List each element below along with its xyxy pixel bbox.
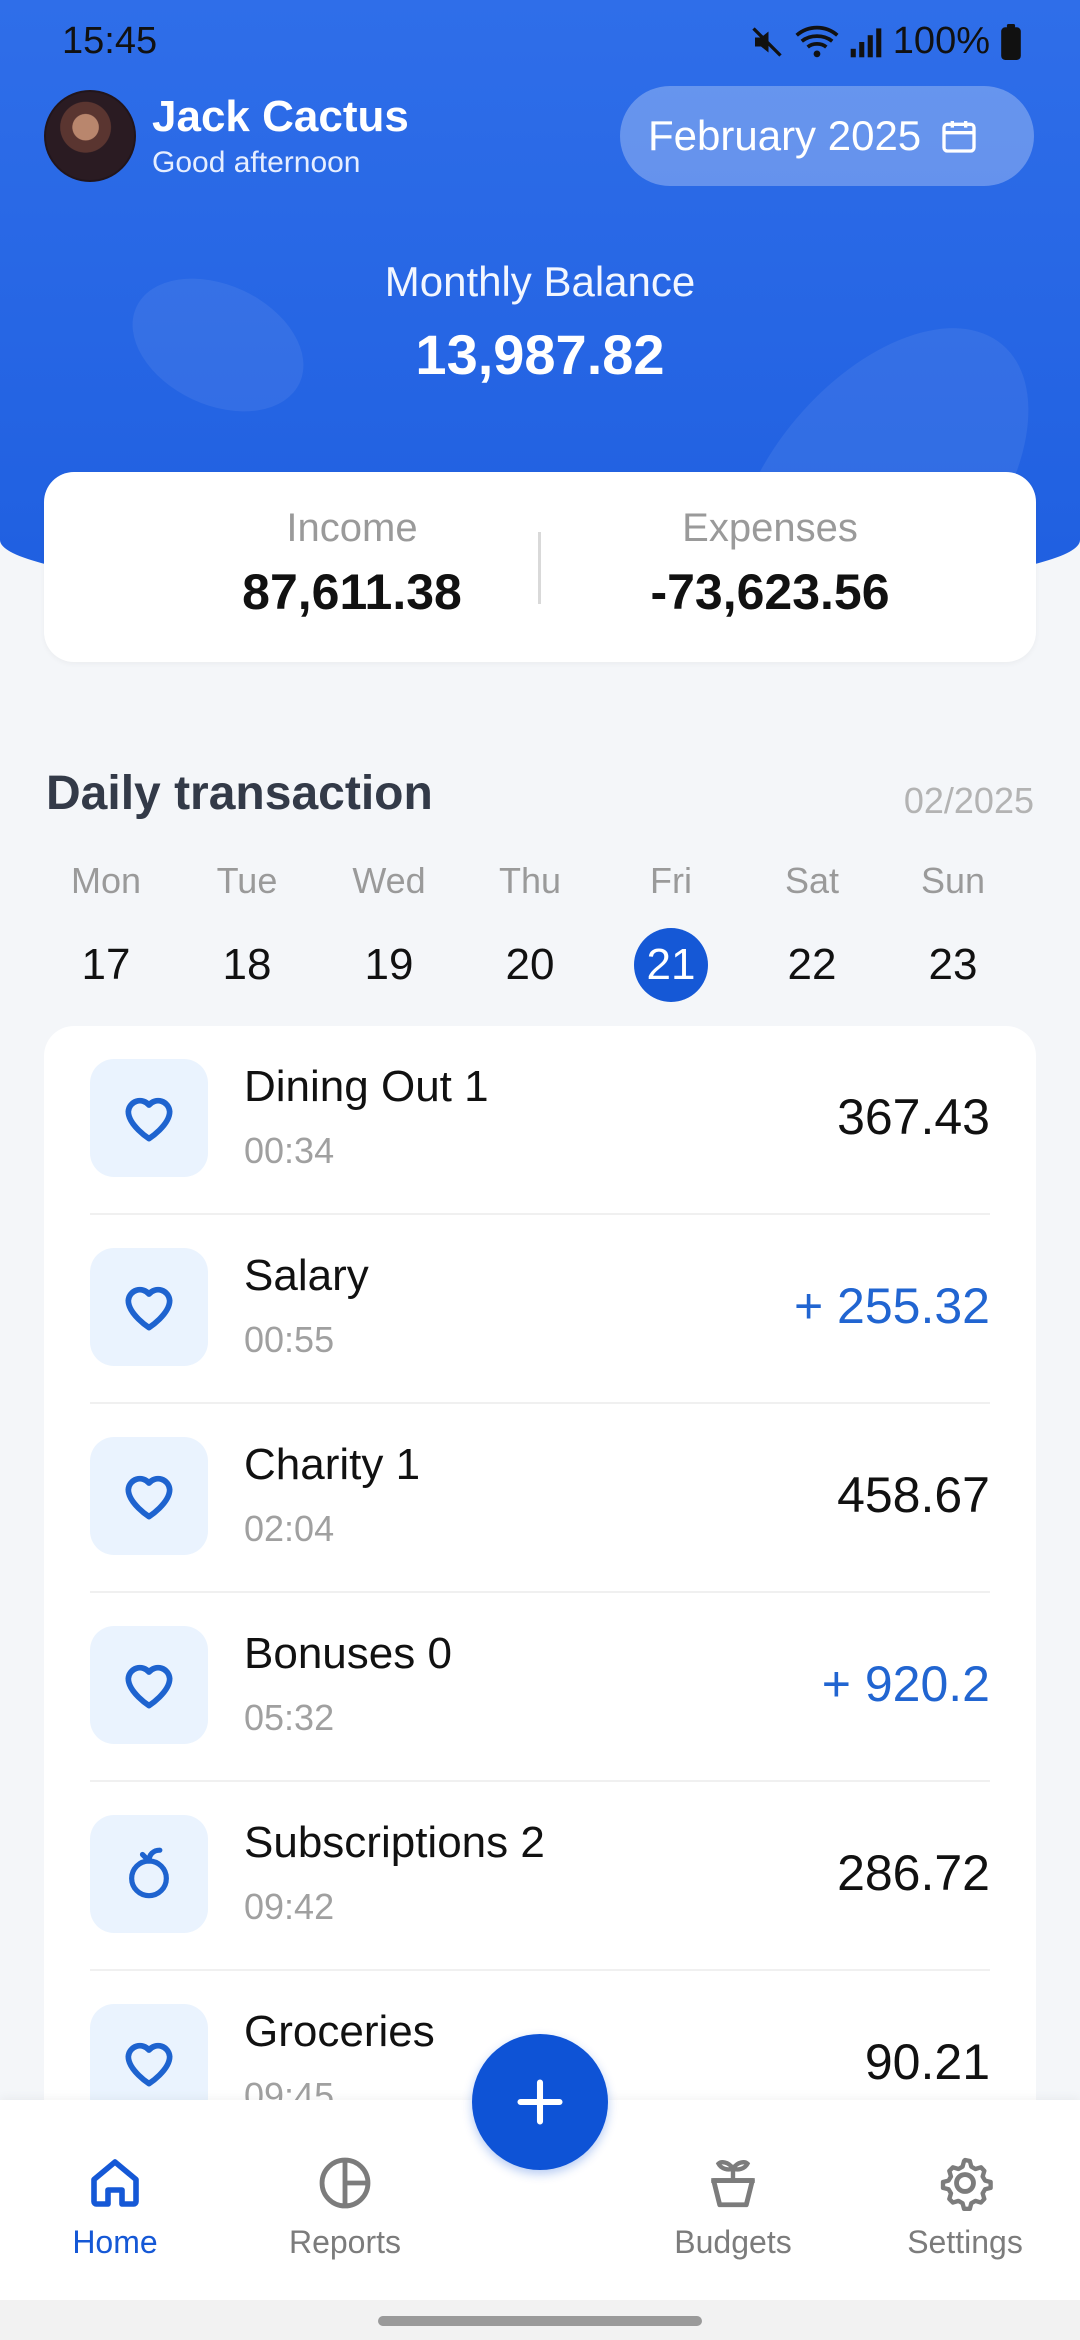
day-name: Thu [498, 860, 562, 901]
nav-home[interactable]: Home [25, 2150, 205, 2261]
heart-icon [90, 1248, 208, 1366]
status-icons: 100% [749, 20, 1022, 63]
transaction-row[interactable]: Dining Out 1 00:34 367.43 [90, 1026, 990, 1215]
wifi-icon [795, 25, 839, 57]
day-sat[interactable]: Sat 22 [752, 860, 872, 1002]
greeting: Good afternoon [152, 146, 361, 179]
transaction-name: Charity 1 [244, 1440, 421, 1489]
day-name: Sun [920, 860, 986, 901]
summary-card: Income 87,611.38 Expenses -73,623.56 [44, 472, 1036, 662]
status-time: 15:45 [62, 20, 158, 62]
nav-label: Home [72, 2224, 158, 2260]
plus-icon [517, 2079, 563, 2125]
transaction-time: 00:55 [244, 1319, 335, 1360]
transaction-time: 05:32 [244, 1697, 335, 1738]
day-name: Fri [650, 860, 692, 901]
month-selector-button[interactable]: February 2025 [620, 86, 1034, 186]
transaction-name: Dining Out 1 [244, 1062, 489, 1111]
plant-pot-icon [643, 2150, 823, 2216]
day-sun[interactable]: Sun 23 [893, 860, 1013, 1002]
mute-icon [752, 26, 782, 57]
transaction-name: Salary [244, 1251, 369, 1300]
nav-label: Reports [288, 2224, 402, 2260]
expenses-value: -73,623.56 [650, 564, 890, 620]
transaction-amount: + 920.2 [821, 1656, 990, 1712]
divider [538, 532, 541, 604]
day-mon[interactable]: Mon 17 [46, 860, 166, 1002]
day-tue[interactable]: Tue 18 [187, 860, 307, 1002]
nav-label: Settings [907, 2224, 1023, 2260]
home-indicator[interactable] [378, 2316, 702, 2326]
heart-icon [90, 1626, 208, 1744]
nav-reports[interactable]: Reports [255, 2150, 435, 2261]
transaction-time: 09:42 [244, 1886, 335, 1927]
day-number: 18 [222, 940, 272, 989]
day-number: 19 [364, 940, 414, 989]
income-value: 87,611.38 [242, 564, 462, 620]
transaction-row[interactable]: Bonuses 0 05:32 + 920.2 [90, 1593, 990, 1782]
transaction-row[interactable]: Salary 00:55 + 255.32 [90, 1215, 990, 1404]
day-name: Mon [70, 860, 142, 901]
day-number: 17 [81, 940, 131, 989]
transaction-row[interactable]: Charity 1 02:04 458.67 [90, 1404, 990, 1593]
transaction-amount: 458.67 [837, 1467, 990, 1523]
nav-label: Budgets [674, 2224, 792, 2260]
battery-icon [1001, 23, 1021, 60]
day-number: 22 [787, 940, 837, 989]
day-number: 23 [928, 940, 978, 989]
home-icon [25, 2150, 205, 2216]
gear-icon [875, 2150, 1055, 2216]
user-name: Jack Cactus [152, 92, 409, 141]
section-title: Daily transaction [46, 767, 433, 820]
transaction-name: Groceries [244, 2007, 435, 2056]
transaction-amount: + 255.32 [793, 1278, 990, 1334]
transaction-name: Bonuses 0 [244, 1629, 452, 1678]
transaction-amount: 286.72 [837, 1845, 990, 1901]
transaction-time: 00:34 [244, 1130, 335, 1171]
nav-settings[interactable]: Settings [875, 2150, 1055, 2261]
day-number: 20 [505, 940, 555, 989]
balance-label: Monthly Balance [384, 258, 696, 305]
day-fri[interactable]: Fri 21 [611, 860, 731, 1002]
expenses-label: Expenses [682, 506, 858, 550]
day-name: Sat [784, 860, 840, 901]
gesture-bar [0, 2300, 1080, 2340]
month-label: February 2025 [648, 112, 922, 159]
section-period: 02/2025 [903, 780, 1034, 821]
day-name: Wed [352, 860, 426, 901]
apple-icon [90, 1815, 208, 1933]
income-label: Income [286, 506, 418, 550]
heart-icon [90, 1437, 208, 1555]
day-wed[interactable]: Wed 19 [329, 860, 449, 1002]
day-number-selected: 21 [634, 928, 708, 1002]
calendar-icon [942, 121, 976, 153]
transaction-amount: 367.43 [837, 1089, 990, 1145]
battery-percent: 100% [892, 20, 990, 62]
income-summary[interactable]: Income 87,611.38 [152, 506, 552, 621]
transaction-row[interactable]: Subscriptions 2 09:42 286.72 [90, 1782, 990, 1971]
pie-chart-icon [255, 2150, 435, 2216]
add-transaction-button[interactable] [472, 2034, 608, 2170]
status-bar: 15:45 100% [0, 0, 1080, 84]
week-strip: Mon 17 Tue 18 Wed 19 Thu 20 Fri 21 Sat 22 Sun 2… [46, 860, 1034, 1010]
transaction-time: 02:04 [244, 1508, 335, 1549]
transaction-name: Subscriptions 2 [244, 1818, 545, 1867]
heart-icon [90, 1059, 208, 1177]
expenses-summary[interactable]: Expenses -73,623.56 [570, 506, 970, 621]
balance-value: 13,987.82 [415, 323, 665, 386]
day-name: Tue [216, 860, 278, 901]
nav-budgets[interactable]: Budgets [643, 2150, 823, 2261]
transaction-amount: 90.21 [864, 2034, 990, 2090]
day-thu[interactable]: Thu 20 [470, 860, 590, 1002]
avatar[interactable] [44, 90, 136, 182]
signal-icon [850, 27, 882, 57]
